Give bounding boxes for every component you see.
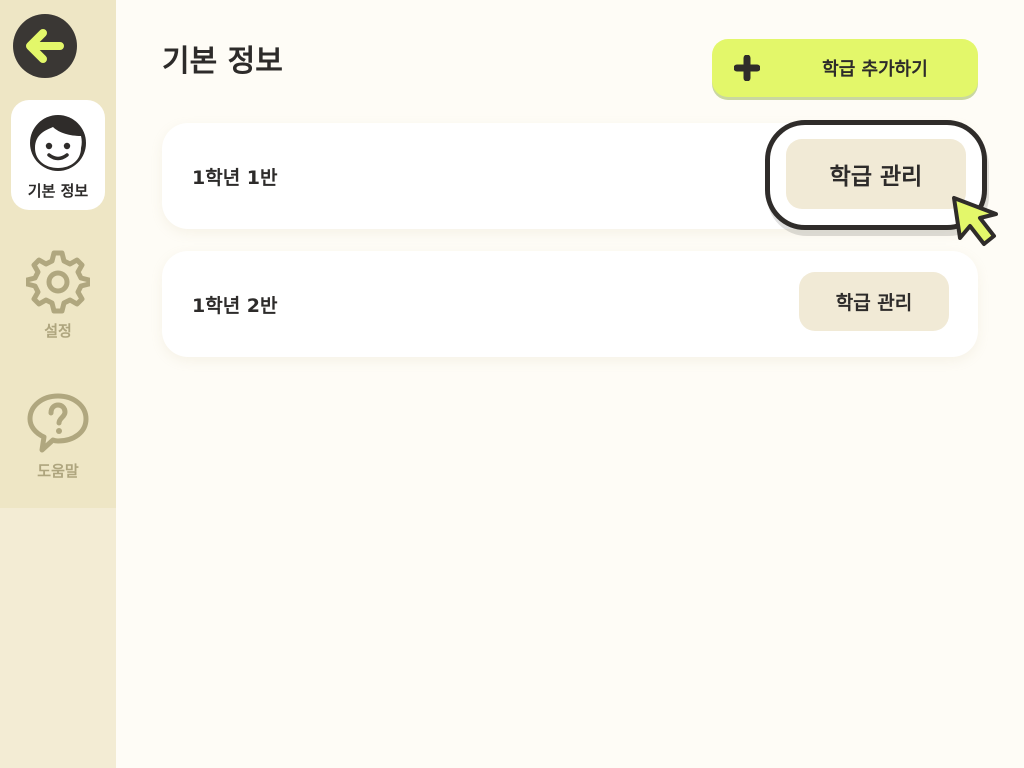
sidebar-item-basic-info[interactable]: 기본 정보 <box>11 100 105 210</box>
sidebar-item-help[interactable]: 도움말 <box>11 380 105 490</box>
add-class-label: 학급 추가하기 <box>822 59 928 80</box>
class-name: 1학년 1반 <box>192 166 278 189</box>
manage-class-button[interactable]: 학급 관리 <box>799 272 949 331</box>
smiley-face-icon <box>30 114 86 171</box>
arrow-left-icon <box>26 29 64 63</box>
sidebar-item-label: 설정 <box>44 321 72 340</box>
sidebar-item-settings[interactable]: 설정 <box>11 240 105 350</box>
add-class-button[interactable]: 학급 추가하기 <box>712 39 978 97</box>
sidebar-item-label: 도움말 <box>37 461 79 480</box>
manage-class-button[interactable]: 학급 관리 <box>786 139 966 209</box>
class-card-2: 1학년 2반 학급 관리 <box>162 251 978 357</box>
pointer-cursor-icon <box>952 196 998 246</box>
question-bubble-icon <box>27 393 89 452</box>
sidebar-item-label: 기본 정보 <box>27 181 89 200</box>
back-button[interactable] <box>13 14 77 78</box>
gear-icon <box>26 250 90 313</box>
class-name: 1학년 2반 <box>192 294 278 317</box>
page-title: 기본 정보 <box>162 44 283 79</box>
sidebar: 기본 정보 설정 도움말 <box>0 0 116 768</box>
